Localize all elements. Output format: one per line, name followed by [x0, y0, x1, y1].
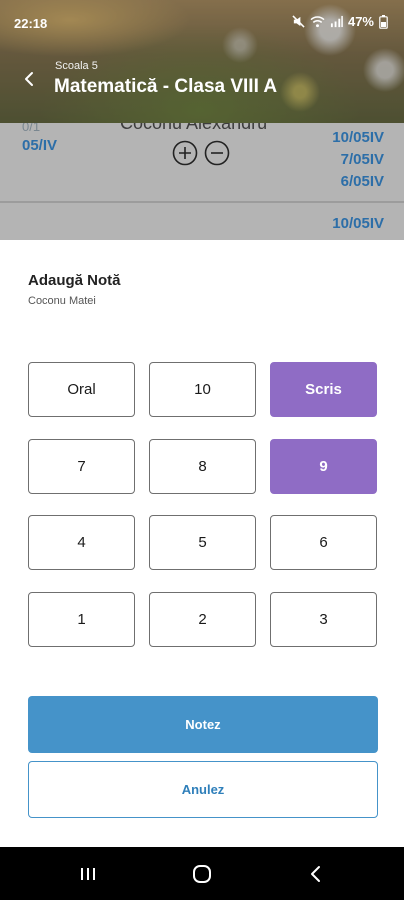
grade-date: 10/05IV — [332, 215, 384, 232]
school-name: Scoala 5 — [55, 60, 98, 72]
grade-key[interactable]: 8 — [149, 439, 256, 494]
mute-icon — [292, 15, 305, 28]
grade-key[interactable]: 6 — [270, 515, 377, 570]
battery-percent: 47% — [347, 14, 374, 29]
back-arrow-icon — [25, 72, 33, 86]
student-name: Coconu Matei — [28, 295, 96, 307]
grade-key[interactable]: Oral — [28, 362, 135, 417]
grade-date: 7/05IV — [340, 151, 384, 168]
student-name: Coconu Alexandru — [120, 123, 268, 133]
student-list-background: 0/1 05/IV Coconu Alexandru 10/05IV 7/05I… — [0, 123, 404, 240]
grade-date: 6/05IV — [340, 173, 384, 190]
absence-date: 05/IV — [22, 137, 58, 154]
home-icon — [193, 865, 211, 883]
grade-key[interactable]: 9 — [270, 439, 377, 494]
plus-circle-icon[interactable] — [172, 140, 198, 166]
cancel-button[interactable]: Anulez — [28, 761, 378, 818]
battery-icon — [379, 14, 388, 29]
status-icons: 47% — [292, 14, 388, 29]
grade-key[interactable]: Scris — [270, 362, 377, 417]
grade-controls — [172, 140, 230, 166]
confirm-button[interactable]: Notez — [28, 696, 378, 753]
nav-back-icon — [311, 866, 320, 882]
grade-key[interactable]: 10 — [149, 362, 256, 417]
grade-count: 0/1 — [22, 123, 41, 134]
signal-icon — [330, 15, 343, 28]
recents-icon — [81, 868, 95, 880]
grade-key[interactable]: 4 — [28, 515, 135, 570]
grade-key[interactable]: 5 — [149, 515, 256, 570]
system-nav-bar — [0, 847, 404, 900]
list-item: 0/1 05/IV Coconu Alexandru 10/05IV 7/05I… — [0, 123, 404, 201]
back-button[interactable] — [16, 66, 42, 92]
add-grade-sheet: Adaugă Notă Coconu Matei Oral 10 Scris 7 8 9 4… — [0, 240, 404, 847]
grade-key[interactable]: 3 — [270, 592, 377, 647]
grade-key[interactable]: 7 — [28, 439, 135, 494]
grade-key[interactable]: 1 — [28, 592, 135, 647]
nav-back-button[interactable] — [303, 861, 329, 887]
grade-dates: 10/05IV 7/05IV 6/05IV — [332, 127, 384, 193]
status-bar: 22:18 47% — [0, 0, 404, 46]
page-title: Matematică - Clasa VIII A — [54, 76, 278, 97]
wifi-icon — [310, 16, 325, 28]
sheet-title: Adaugă Notă — [28, 272, 121, 289]
minus-circle-icon[interactable] — [204, 140, 230, 166]
grade-date: 10/05IV — [332, 129, 384, 146]
app-header: 22:18 47% Scoala 5 Matematică - Clasa VI… — [0, 0, 404, 123]
recents-button[interactable] — [75, 861, 101, 887]
status-time: 22:18 — [14, 16, 48, 31]
home-button[interactable] — [189, 861, 215, 887]
grade-key[interactable]: 2 — [149, 592, 256, 647]
